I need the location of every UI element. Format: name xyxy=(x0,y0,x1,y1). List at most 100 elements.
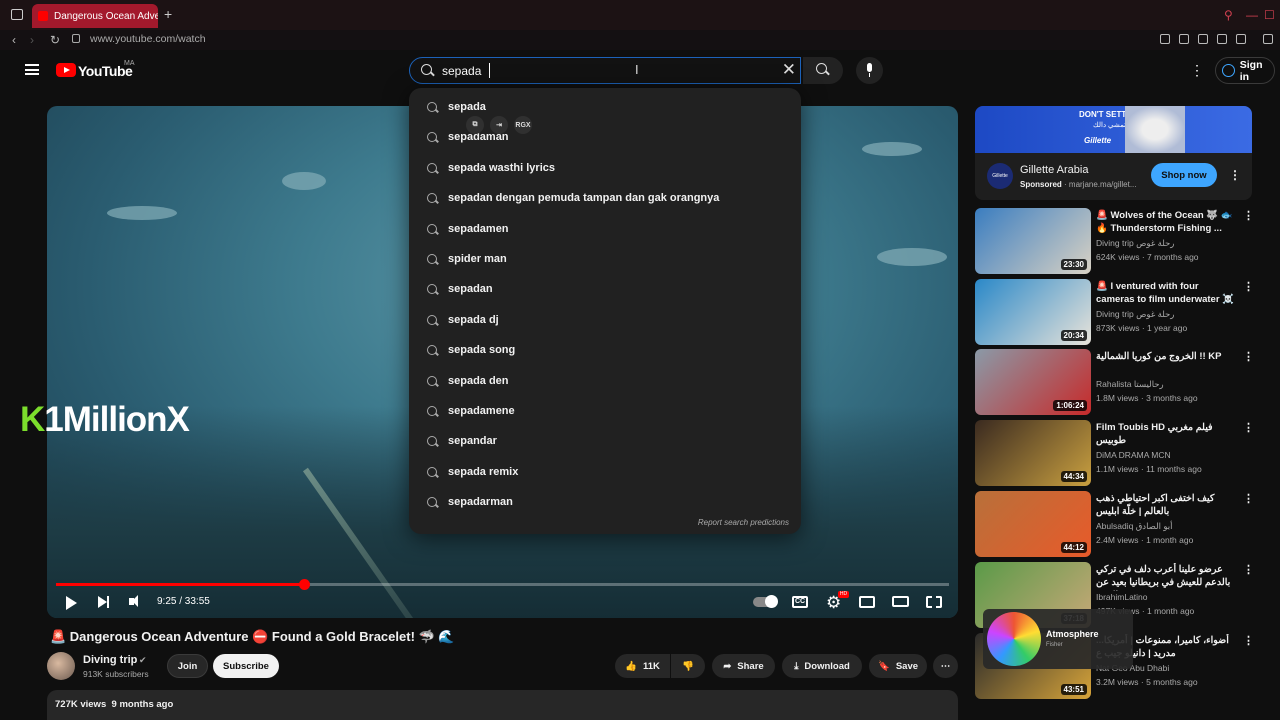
fullscreen-icon[interactable] xyxy=(926,596,942,608)
url-text[interactable]: www.youtube.com/watch xyxy=(90,33,206,45)
report-predictions-link[interactable]: Report search predictions xyxy=(698,518,789,527)
ad-more-icon[interactable]: ⋮ xyxy=(1229,168,1241,182)
recommendation-more-icon[interactable]: ⋮ xyxy=(1243,492,1254,505)
recommendation-card[interactable]: 44:34 Film Toubis HD فيلم مغربي طوبيس DiMA… xyxy=(975,420,1254,486)
recommendation-card[interactable]: 23:30 🚨 Wolves of the Ocean 🐺 🐟 🔥 Thunder… xyxy=(975,208,1254,274)
description-box[interactable]: 727K views 9 months ago xyxy=(47,690,958,720)
miniplayer-icon[interactable] xyxy=(859,596,875,608)
settings-more-icon[interactable]: ⋮ xyxy=(1190,62,1204,79)
menu-icon[interactable] xyxy=(25,64,39,75)
next-icon[interactable] xyxy=(98,596,109,608)
suggestion-item[interactable]: sepada den xyxy=(409,366,801,396)
recommendation-title[interactable]: الخروج من كوريا الشمالية !! KP xyxy=(1096,350,1236,363)
suggestion-item[interactable]: sepadan xyxy=(409,274,801,304)
autoplay-toggle[interactable] xyxy=(753,595,778,608)
recommendation-title[interactable]: عرضو علينا أعرب دلف في تركي بالدعم للعيش… xyxy=(1096,563,1236,591)
recommendation-channel[interactable]: Rahalista رحاليستا xyxy=(1096,379,1164,390)
search-button[interactable] xyxy=(803,57,843,84)
channel-avatar[interactable] xyxy=(47,652,75,680)
voice-search-button[interactable] xyxy=(856,57,883,84)
extension-icon[interactable] xyxy=(1198,34,1208,44)
recommendation-more-icon[interactable]: ⋮ xyxy=(1243,634,1254,647)
more-actions-button[interactable]: ⋯ xyxy=(933,654,958,678)
theater-mode-icon[interactable] xyxy=(892,596,909,607)
suggestion-item[interactable]: sepada wasthi lyrics xyxy=(409,153,801,183)
suggestion-text: sepadamene xyxy=(448,405,515,417)
recommendation-more-icon[interactable]: ⋮ xyxy=(1243,563,1254,576)
suggestion-item[interactable]: sepandar xyxy=(409,426,801,456)
extension-icon[interactable] xyxy=(1160,34,1170,44)
like-button[interactable]: 👍 11K xyxy=(615,654,670,678)
recommendation-channel[interactable]: Abulsadiq أبو الصادق xyxy=(1096,521,1172,532)
join-button[interactable]: Join xyxy=(167,654,208,678)
suggestion-text: sepada dj xyxy=(448,313,499,326)
save-button[interactable]: 🔖 Save xyxy=(869,654,927,678)
recommendation-title[interactable]: 🚨 Wolves of the Ocean 🐺 🐟 🔥 Thunderstorm… xyxy=(1096,209,1236,235)
share-button[interactable]: ➦ Share xyxy=(712,654,775,678)
music-mini-player[interactable]: Atmosphere Fisher xyxy=(983,609,1133,669)
progress-bar[interactable] xyxy=(56,579,949,590)
search-input[interactable]: sepada I ✕ xyxy=(409,57,801,84)
sign-in-button[interactable]: Sign in xyxy=(1215,57,1275,84)
recommendation-channel[interactable]: Diving trip رحلة غوص xyxy=(1096,309,1174,320)
play-icon[interactable] xyxy=(66,596,77,610)
volume-icon[interactable] xyxy=(129,595,138,607)
minimize-icon[interactable]: — xyxy=(1246,8,1258,22)
recommendation-more-icon[interactable]: ⋮ xyxy=(1243,421,1254,434)
recommendation-title[interactable]: 🚨 I ventured with four cameras to film u… xyxy=(1096,280,1236,308)
video-thumbnail[interactable]: 44:34 xyxy=(975,420,1091,486)
recommendation-title[interactable]: Film Toubis HD فيلم مغربي طوبيس xyxy=(1096,421,1236,447)
video-thumbnail[interactable]: 23:30 xyxy=(975,208,1091,274)
suggestion-item[interactable]: sepadarman xyxy=(409,487,801,517)
recommendation-card[interactable]: 1:06:24 الخروج من كوريا الشمالية !! KP Rah… xyxy=(975,349,1254,415)
fish xyxy=(107,206,177,220)
recommendation-channel[interactable]: IbrahimLatino xyxy=(1096,592,1148,602)
profile-icon[interactable] xyxy=(1263,34,1273,44)
suggestion-item[interactable]: sepada dj xyxy=(409,305,801,335)
back-icon[interactable]: ‹ xyxy=(12,33,16,47)
video-thumbnail[interactable]: 20:34 xyxy=(975,279,1091,345)
download-button[interactable]: ⤓ Download xyxy=(782,654,862,678)
suggestion-item[interactable]: spider man xyxy=(409,244,801,274)
video-thumbnail[interactable]: 1:06:24 xyxy=(975,349,1091,415)
shop-now-button[interactable]: Shop now xyxy=(1151,163,1217,187)
ad-banner[interactable]: DON'T SETTLE, لا تمشي دالك Gillette xyxy=(975,106,1252,153)
extension-icon[interactable] xyxy=(1236,34,1246,44)
reload-icon[interactable]: ↻ xyxy=(50,33,60,47)
new-tab-icon[interactable]: + xyxy=(164,6,172,22)
recommendation-channel[interactable]: DiMA DRAMA MCN xyxy=(1096,450,1171,460)
ad-card[interactable]: Gillette Gillette Arabia Sponsored · mar… xyxy=(975,153,1252,200)
suggestion-item[interactable]: sepadan dengan pemuda tampan dan gak ora… xyxy=(409,183,801,213)
subscribe-button[interactable]: Subscribe xyxy=(213,654,279,678)
recommendation-more-icon[interactable]: ⋮ xyxy=(1243,280,1254,293)
video-thumbnail[interactable]: 44:12 xyxy=(975,491,1091,557)
recommendation-channel[interactable]: Diving trip رحلة غوص xyxy=(1096,238,1174,249)
browser-tab-active[interactable]: Dangerous Ocean Adve ✕ xyxy=(32,4,158,28)
recommendation-card[interactable]: 20:34 🚨 I ventured with four cameras to f… xyxy=(975,279,1254,345)
thumbs-up-icon: 👍 xyxy=(625,660,637,672)
recommendation-title[interactable]: كيف اختفى اكبر احتياطي ذهب بالعالم | خلّ… xyxy=(1096,492,1236,518)
youtube-logo-icon[interactable] xyxy=(56,63,76,77)
regex-button[interactable]: RGX xyxy=(514,116,532,134)
channel-name[interactable]: Diving trip xyxy=(83,654,137,666)
maximize-icon[interactable]: ☐ xyxy=(1264,8,1275,22)
dislike-button[interactable]: 👎 xyxy=(671,654,705,678)
sidebar-toggle-icon[interactable] xyxy=(11,9,23,20)
extension-icon[interactable] xyxy=(1179,34,1189,44)
forward-icon[interactable]: › xyxy=(30,33,34,47)
recommendation-more-icon[interactable]: ⋮ xyxy=(1243,209,1254,222)
suggestion-item[interactable]: sepada song xyxy=(409,335,801,365)
captions-icon[interactable]: CC xyxy=(792,596,808,608)
browser-search-icon[interactable]: ⚲ xyxy=(1224,8,1233,22)
hd-badge: HD xyxy=(838,591,849,598)
recommendation-more-icon[interactable]: ⋮ xyxy=(1243,350,1254,363)
suggestion-item[interactable]: sepadamen xyxy=(409,214,801,244)
subscriber-count: 913K subscribers xyxy=(83,669,149,679)
suggestion-item[interactable]: sepadamene xyxy=(409,396,801,426)
recommendation-card[interactable]: 44:12 كيف اختفى اكبر احتياطي ذهب بالعالم … xyxy=(975,491,1254,557)
copy-icon[interactable]: ⧉ xyxy=(466,116,484,134)
clear-search-icon[interactable]: ✕ xyxy=(782,60,796,80)
suggestion-item[interactable]: sepada remix xyxy=(409,457,801,487)
insert-icon[interactable]: ⇥ xyxy=(490,116,508,134)
extension-icon[interactable] xyxy=(1217,34,1227,44)
